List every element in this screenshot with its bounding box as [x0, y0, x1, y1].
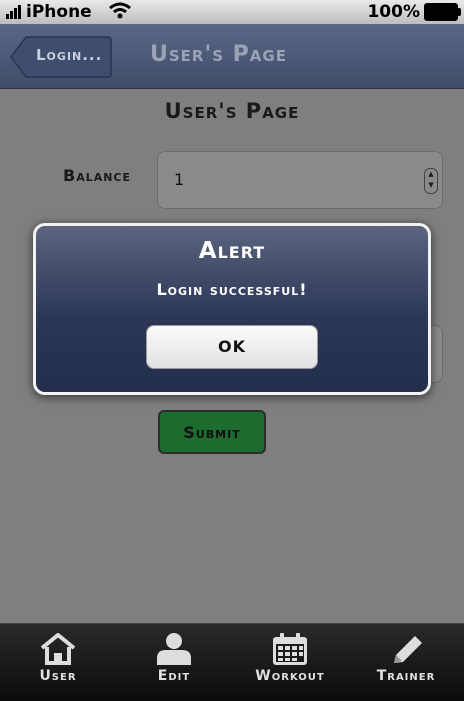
alert-dialog: Alert Login successful! OK	[33, 223, 431, 395]
ok-button[interactable]: OK	[146, 325, 318, 369]
alert-message: Login successful!	[156, 280, 308, 299]
pencil-icon	[394, 636, 422, 663]
calendar-icon	[273, 633, 307, 665]
tab-trainer[interactable]: Trainer	[348, 624, 464, 701]
signal-icon	[6, 5, 22, 19]
status-bar: iPhone 100%	[0, 0, 464, 24]
tab-label-edit: Edit	[157, 668, 191, 684]
tab-user[interactable]: User	[0, 624, 116, 701]
tab-bar: User Edit Workout Trainer	[0, 623, 464, 701]
wifi-icon	[109, 2, 131, 19]
tab-label-workout: Workout	[255, 668, 325, 684]
battery-percent: 100%	[367, 2, 420, 22]
carrier-group: iPhone	[6, 2, 92, 22]
battery-group: 100%	[367, 2, 461, 22]
home-icon	[40, 633, 76, 665]
tab-workout[interactable]: Workout	[232, 624, 348, 701]
tab-label-trainer: Trainer	[376, 668, 436, 684]
person-icon	[157, 633, 191, 665]
carrier-label: iPhone	[26, 2, 92, 22]
battery-icon	[424, 3, 461, 21]
alert-title: Alert	[198, 238, 266, 264]
tab-label-user: User	[39, 668, 77, 684]
tab-edit[interactable]: Edit	[116, 624, 232, 701]
